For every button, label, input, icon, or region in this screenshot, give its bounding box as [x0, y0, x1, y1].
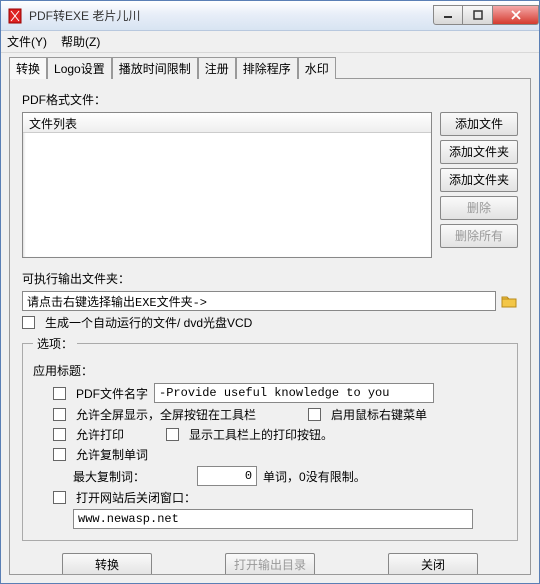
menubar: 文件(Y) 帮助(Z) [1, 31, 539, 53]
tab-logo[interactable]: Logo设置 [47, 57, 112, 79]
max-copy-row: 最大复制词： 单词，0没有限制。 [73, 466, 507, 486]
file-list[interactable]: 文件列表 [22, 112, 432, 258]
maximize-button[interactable] [463, 5, 493, 25]
show-print-btn-label: 显示工具栏上的打印按钮。 [189, 426, 333, 443]
tab-watermark[interactable]: 水印 [298, 57, 336, 79]
allow-print-label: 允许打印 [76, 426, 124, 443]
app-title-label: 应用标题： [33, 362, 507, 379]
add-file-button[interactable]: 添加文件 [440, 112, 518, 136]
allow-copy-checkbox[interactable] [53, 448, 66, 461]
delete-button[interactable]: 删除 [440, 196, 518, 220]
autorun-checkbox[interactable] [22, 316, 35, 329]
tab-strip: 转换 Logo设置 播放时间限制 注册 排除程序 水印 [9, 57, 531, 79]
fullscreen-checkbox[interactable] [53, 408, 66, 421]
close-after-web-checkbox[interactable] [53, 491, 66, 504]
file-list-area: 文件列表 添加文件 添加文件夹 添加文件夹 删除 删除所有 [22, 112, 518, 258]
window-title: PDF转EXE 老片儿川 [29, 7, 433, 24]
allow-print-checkbox[interactable] [53, 428, 66, 441]
rightclick-label: 启用鼠标右键菜单 [331, 406, 427, 423]
tab-panel-convert: PDF格式文件： 文件列表 添加文件 添加文件夹 添加文件夹 删除 删除所有 可… [9, 78, 531, 575]
rightclick-checkbox[interactable] [308, 408, 321, 421]
convert-button[interactable]: 转换 [62, 553, 152, 575]
delete-all-button[interactable]: 删除所有 [440, 224, 518, 248]
output-folder-label: 可执行输出文件夹： [22, 270, 518, 287]
pdf-files-label: PDF格式文件： [22, 91, 518, 108]
tab-time-limit[interactable]: 播放时间限制 [112, 57, 198, 79]
browse-folder-icon[interactable] [500, 292, 518, 310]
output-path-row [22, 291, 518, 311]
close-after-web-label: 打开网站后关闭窗口： [76, 489, 196, 506]
window-buttons [433, 6, 539, 25]
pdf-name-row: PDF文件名字 [53, 383, 507, 403]
copy-row: 允许复制单词 [53, 446, 507, 463]
max-copy-input[interactable] [197, 466, 257, 486]
file-list-header: 文件列表 [23, 113, 431, 133]
fullscreen-row: 允许全屏显示，全屏按钮在工具栏 启用鼠标右键菜单 [53, 406, 507, 423]
app-window: PDF转EXE 老片儿川 文件(Y) 帮助(Z) 转换 Logo设置 播放时间限… [0, 0, 540, 584]
tab-convert[interactable]: 转换 [9, 57, 47, 79]
app-icon [7, 8, 23, 24]
close-web-row: 打开网站后关闭窗口： [53, 489, 507, 506]
add-folder-button-1[interactable]: 添加文件夹 [440, 140, 518, 164]
max-copy-suffix: 单词，0没有限制。 [263, 468, 366, 485]
tab-exclude[interactable]: 排除程序 [236, 57, 298, 79]
client-area: 转换 Logo设置 播放时间限制 注册 排除程序 水印 PDF格式文件： 文件列… [1, 53, 539, 583]
open-output-button[interactable]: 打开输出目录 [225, 553, 315, 575]
pdf-name-input[interactable] [154, 383, 434, 403]
show-print-btn-checkbox[interactable] [166, 428, 179, 441]
max-copy-label: 最大复制词： [73, 468, 145, 485]
url-row [73, 509, 507, 529]
minimize-button[interactable] [433, 5, 463, 25]
print-row: 允许打印 显示工具栏上的打印按钮。 [53, 426, 507, 443]
close-button[interactable] [493, 5, 539, 25]
add-folder-button-2[interactable]: 添加文件夹 [440, 168, 518, 192]
website-url-input[interactable] [73, 509, 473, 529]
allow-copy-label: 允许复制单词 [76, 446, 148, 463]
output-path-input[interactable] [22, 291, 496, 311]
menu-help[interactable]: 帮助(Z) [61, 33, 100, 50]
autorun-row: 生成一个自动运行的文件/ dvd光盘VCD [22, 314, 518, 331]
titlebar: PDF转EXE 老片儿川 [1, 1, 539, 31]
close-app-button[interactable]: 关闭 [388, 553, 478, 575]
menu-file[interactable]: 文件(Y) [7, 33, 47, 50]
footer-buttons: 转换 打开输出目录 关闭 [22, 541, 518, 575]
autorun-label: 生成一个自动运行的文件/ dvd光盘VCD [45, 314, 252, 331]
file-buttons: 添加文件 添加文件夹 添加文件夹 删除 删除所有 [440, 112, 518, 258]
options-legend: 选项： [33, 335, 77, 352]
fullscreen-label: 允许全屏显示，全屏按钮在工具栏 [76, 406, 256, 423]
pdf-name-checkbox[interactable] [53, 387, 66, 400]
tab-register[interactable]: 注册 [198, 57, 236, 79]
pdf-name-label: PDF文件名字 [76, 385, 148, 402]
options-group: 选项： 应用标题： PDF文件名字 允许全屏显示，全屏按钮在工具栏 启用鼠标右键… [22, 335, 518, 541]
